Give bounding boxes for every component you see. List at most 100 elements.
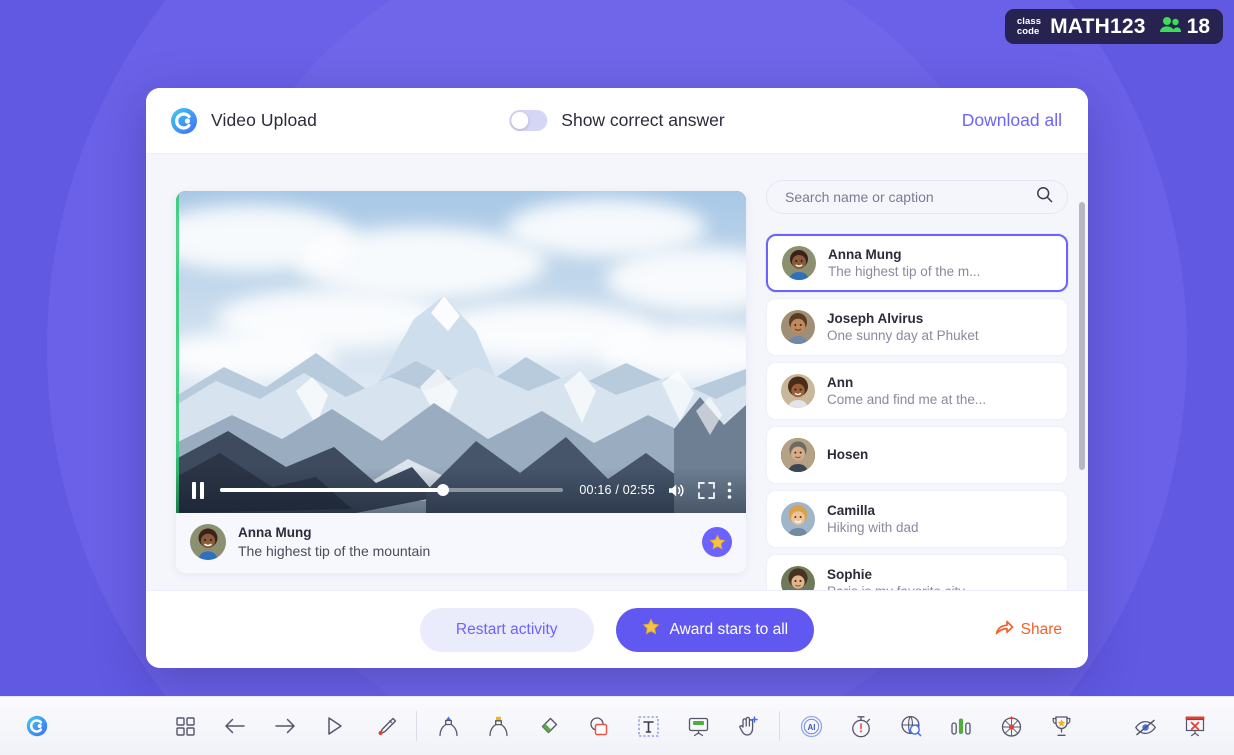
video-column: 00:16 / 02:55 Anna Mung The highest tip …: [146, 154, 760, 590]
student-caption: One sunny day at Phuket: [827, 327, 979, 343]
eraser-icon[interactable]: [523, 697, 573, 755]
avatar: [782, 245, 816, 280]
video-player[interactable]: 00:16 / 02:55: [176, 191, 746, 513]
student-name: Ann: [827, 374, 854, 390]
video-card: 00:16 / 02:55 Anna Mung The highest tip …: [176, 191, 746, 573]
pen-icon[interactable]: [423, 697, 473, 755]
toggle-knob: [511, 112, 529, 129]
video-caption-bar: Anna Mung The highest tip of the mountai…: [176, 513, 746, 573]
spinner-icon[interactable]: [986, 697, 1036, 755]
class-code-value: MATH123: [1050, 14, 1146, 38]
video-time-display: 00:16 / 02:55: [579, 483, 655, 497]
video-controls: 00:16 / 02:55: [176, 467, 746, 513]
laser-pointer-icon[interactable]: [360, 697, 410, 755]
fullscreen-icon[interactable]: [698, 481, 715, 499]
volume-icon[interactable]: [667, 482, 686, 499]
video-caption-body: The highest tip of the mountain: [238, 543, 431, 559]
list-item[interactable]: Camilla Hiking with dad: [766, 489, 1068, 548]
student-name: Anna Mung: [828, 246, 902, 262]
search-bar[interactable]: [766, 180, 1068, 214]
seek-thumb[interactable]: [437, 484, 450, 496]
avatar: [781, 501, 815, 536]
avatar: [190, 524, 226, 560]
navigation-tools: [160, 697, 410, 755]
video-caption-name: Anna Mung: [238, 525, 312, 540]
search-icon[interactable]: [1036, 186, 1053, 208]
award-stars-button[interactable]: Award stars to all: [615, 607, 815, 652]
list-item[interactable]: Ann Come and find me at the...: [766, 361, 1068, 420]
student-caption: Hiking with dad: [827, 519, 919, 535]
search-input[interactable]: [785, 188, 1028, 205]
toolbar-divider: [779, 711, 780, 741]
restart-activity-button[interactable]: Restart activity: [419, 607, 594, 652]
class-code-label-line1: class: [1016, 15, 1042, 27]
session-tools: [1120, 697, 1220, 755]
browser-icon[interactable]: [886, 697, 936, 755]
list-item-text: Anna Mung The highest tip of the m...: [828, 247, 1052, 279]
timer-icon[interactable]: [836, 697, 886, 755]
arrow-left-icon[interactable]: [210, 697, 260, 755]
show-correct-answer-label: Show correct answer: [561, 110, 725, 130]
list-item-text: Ann Come and find me at the...: [827, 375, 1053, 407]
trophy-icon[interactable]: [1036, 697, 1086, 755]
download-all-button[interactable]: Download all: [962, 110, 1062, 131]
video-left-edge-accent: [176, 191, 179, 513]
avatar: [781, 565, 815, 590]
bar-chart-icon[interactable]: [936, 697, 986, 755]
exit-presentation-icon[interactable]: [1170, 697, 1220, 755]
student-name: Camilla: [827, 502, 876, 518]
bottom-toolbar: AI: [0, 696, 1234, 755]
show-correct-answer-toggle[interactable]: [509, 110, 548, 131]
student-list[interactable]: Anna Mung The highest tip of the m... Jo…: [760, 232, 1074, 590]
participant-count: 18: [1186, 14, 1210, 38]
people-icon: [1159, 16, 1182, 38]
seek-bar[interactable]: [220, 484, 564, 496]
ai-icon[interactable]: AI: [786, 697, 836, 755]
award-star-badge[interactable]: [702, 527, 732, 557]
shapes-icon[interactable]: [573, 697, 623, 755]
modal-header: Video Upload Show correct answer Downloa…: [146, 88, 1088, 154]
star-icon: [642, 618, 660, 641]
share-button[interactable]: Share: [995, 619, 1062, 641]
student-name: Sophie: [827, 566, 873, 582]
list-scrollbar[interactable]: [1079, 202, 1085, 590]
mountain-range: [176, 296, 746, 513]
scrollbar-thumb[interactable]: [1079, 202, 1085, 470]
student-name: Joseph Alvirus: [827, 310, 924, 326]
more-vertical-icon[interactable]: [727, 481, 732, 500]
avatar: [781, 437, 815, 472]
eye-off-icon[interactable]: [1120, 697, 1170, 755]
list-item[interactable]: Joseph Alvirus One sunny day at Phuket: [766, 297, 1068, 356]
participant-count-group: 18: [1159, 14, 1210, 38]
avatar: [781, 309, 815, 344]
drag-add-icon[interactable]: [723, 697, 773, 755]
student-name: Hosen: [827, 447, 869, 463]
class-code-label-line2: code: [1016, 25, 1040, 37]
award-stars-label: Award stars to all: [669, 620, 789, 638]
class-code-badge[interactable]: class code MATH123 18: [1004, 9, 1223, 44]
toolbar-divider: [416, 711, 417, 741]
show-correct-answer-group: Show correct answer: [509, 110, 725, 131]
list-item[interactable]: Sophie Paris is my favorite city: [766, 553, 1068, 590]
list-item-text: Hosen: [827, 447, 1053, 462]
list-item-text: Sophie Paris is my favorite city: [827, 567, 1053, 590]
avatar: [781, 373, 815, 408]
pause-icon[interactable]: [192, 481, 204, 499]
text-box-icon[interactable]: [623, 697, 673, 755]
cursor-play-icon[interactable]: [310, 697, 360, 755]
highlighter-icon[interactable]: [473, 697, 523, 755]
svg-text:AI: AI: [807, 723, 815, 732]
drawing-tools: [423, 697, 773, 755]
modal-title: Video Upload: [211, 110, 317, 130]
share-label: Share: [1020, 620, 1062, 638]
student-caption: The highest tip of the m...: [828, 263, 981, 279]
arrow-right-icon[interactable]: [260, 697, 310, 755]
slide-grid-icon[interactable]: [160, 697, 210, 755]
list-item[interactable]: Anna Mung The highest tip of the m...: [766, 233, 1068, 292]
modal-body: 00:16 / 02:55 Anna Mung The highest tip …: [146, 154, 1088, 590]
modal-footer: Restart activity Award stars to all Shar…: [146, 590, 1088, 668]
list-item[interactable]: Hosen: [766, 425, 1068, 484]
classpoint-logo-icon[interactable]: [26, 715, 48, 737]
list-item-text: Camilla Hiking with dad: [827, 503, 1053, 535]
whiteboard-icon[interactable]: [673, 697, 723, 755]
